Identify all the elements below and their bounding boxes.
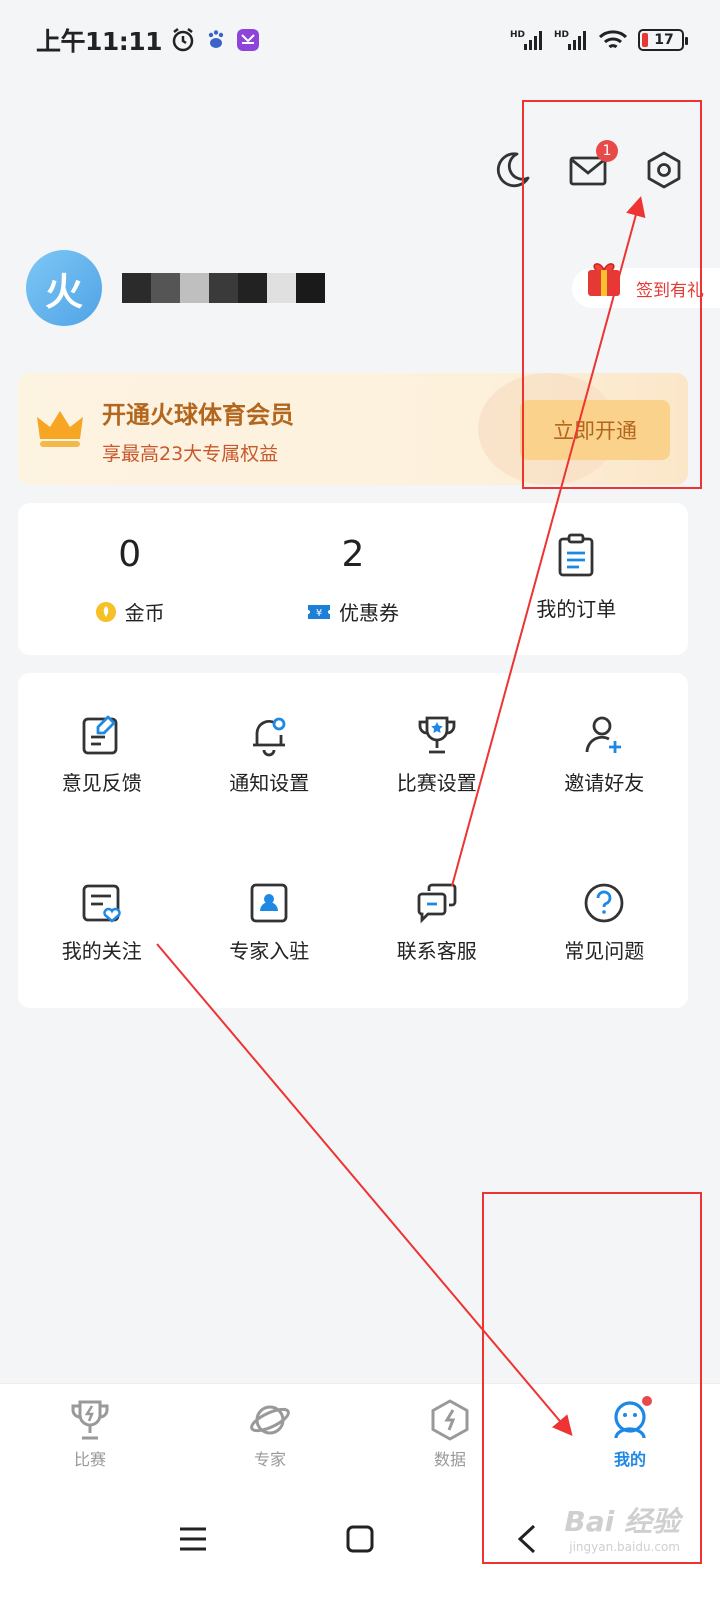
- net-label: HD: [554, 30, 569, 40]
- menu-label: 意见反馈: [61, 771, 142, 795]
- coins-label: 金币: [124, 601, 165, 625]
- annotation-box-top: [522, 100, 702, 489]
- stats-card: 0 金币 2 ¥ 优惠券 我的订单: [18, 503, 688, 655]
- coupons-stat[interactable]: 2 ¥ 优惠券: [241, 503, 464, 655]
- tab-matches[interactable]: 比赛: [0, 1384, 180, 1478]
- follow-list-icon: [82, 884, 121, 923]
- menu-item-expert-join[interactable]: 专家入驻: [186, 841, 354, 1009]
- vip-title: 开通火球体育会员: [102, 401, 294, 429]
- menu-label: 常见问题: [564, 938, 645, 963]
- feedback-icon: [82, 715, 118, 755]
- menu-item-faq[interactable]: 常见问题: [521, 841, 689, 1009]
- add-user-icon: [585, 716, 622, 753]
- menu-label: 联系客服: [396, 938, 477, 963]
- menu-button[interactable]: [173, 1519, 213, 1559]
- watermark-url: jingyan.baidu.com: [569, 1540, 680, 1554]
- coins-stat[interactable]: 0 金币: [18, 503, 241, 655]
- coins-value: 0: [118, 534, 142, 575]
- coupons-label: 优惠券: [338, 601, 399, 625]
- trophy-icon: [418, 716, 456, 754]
- menu-label: 我的关注: [61, 938, 142, 963]
- planet-icon: [250, 1405, 290, 1435]
- status-bar: 上午11:11 HD HD 17: [0, 0, 720, 80]
- crown-icon: [37, 411, 83, 447]
- feature-menu: 意见反馈 通知设置 比赛设置 邀请好友 我的关注 专家入驻 联系客服 常见问题: [18, 673, 688, 1008]
- menu-item-feedback[interactable]: 意见反馈: [18, 673, 186, 841]
- orders-stat[interactable]: 我的订单: [465, 503, 688, 655]
- hamburger-icon: [180, 1527, 207, 1551]
- net-label: HD: [510, 30, 525, 40]
- menu-label: 比赛设置: [396, 771, 477, 795]
- menu-item-customer-service[interactable]: 联系客服: [353, 841, 521, 1009]
- baidu-paw-icon: [206, 29, 226, 51]
- battery-icon: 17: [638, 29, 688, 51]
- vip-subtitle: 享最高23大专属权益: [102, 443, 279, 465]
- clipboard-icon: [558, 533, 594, 577]
- chat-icon: [417, 883, 457, 923]
- watermark: Bai 经验 jingyan.baidu.com: [564, 1500, 680, 1554]
- signal-icon: HD: [510, 28, 544, 52]
- watermark-text: Bai 经验: [564, 1505, 680, 1538]
- expert-badge-icon: [250, 883, 288, 922]
- menu-item-invite-friends[interactable]: 邀请好友: [521, 673, 689, 841]
- menu-item-notification-settings[interactable]: 通知设置: [186, 673, 354, 841]
- coin-icon: [95, 601, 116, 622]
- tab-label: 专家: [253, 1450, 286, 1469]
- status-time: 上午11:11: [36, 27, 163, 56]
- data-hex-icon: [431, 1399, 469, 1441]
- tab-experts[interactable]: 专家: [180, 1384, 360, 1478]
- menu-label: 邀请好友: [564, 771, 645, 795]
- trophy-icon: [71, 1400, 109, 1440]
- avatar[interactable]: 火: [26, 250, 102, 326]
- tab-label: 比赛: [73, 1450, 106, 1469]
- alarm-icon: [170, 27, 196, 53]
- menu-item-match-settings[interactable]: 比赛设置: [353, 673, 521, 841]
- menu-item-my-follows[interactable]: 我的关注: [18, 841, 186, 1009]
- coupons-value: 2: [341, 534, 365, 575]
- question-icon: [584, 883, 624, 922]
- orders-label: 我的订单: [536, 597, 617, 621]
- app-notification-icon: [236, 28, 260, 52]
- home-button[interactable]: [340, 1519, 380, 1559]
- tab-label: 数据: [433, 1450, 466, 1469]
- bell-icon: [253, 717, 286, 757]
- svg-text:¥: ¥: [316, 608, 322, 619]
- coupon-icon: ¥: [307, 604, 330, 619]
- username-redacted: [122, 273, 325, 303]
- wifi-icon: [598, 28, 628, 52]
- menu-label: 通知设置: [229, 771, 310, 795]
- square-icon: [346, 1525, 374, 1553]
- battery-level: 17: [654, 32, 674, 48]
- signal-icon: HD: [554, 28, 588, 52]
- menu-label: 专家入驻: [229, 938, 310, 963]
